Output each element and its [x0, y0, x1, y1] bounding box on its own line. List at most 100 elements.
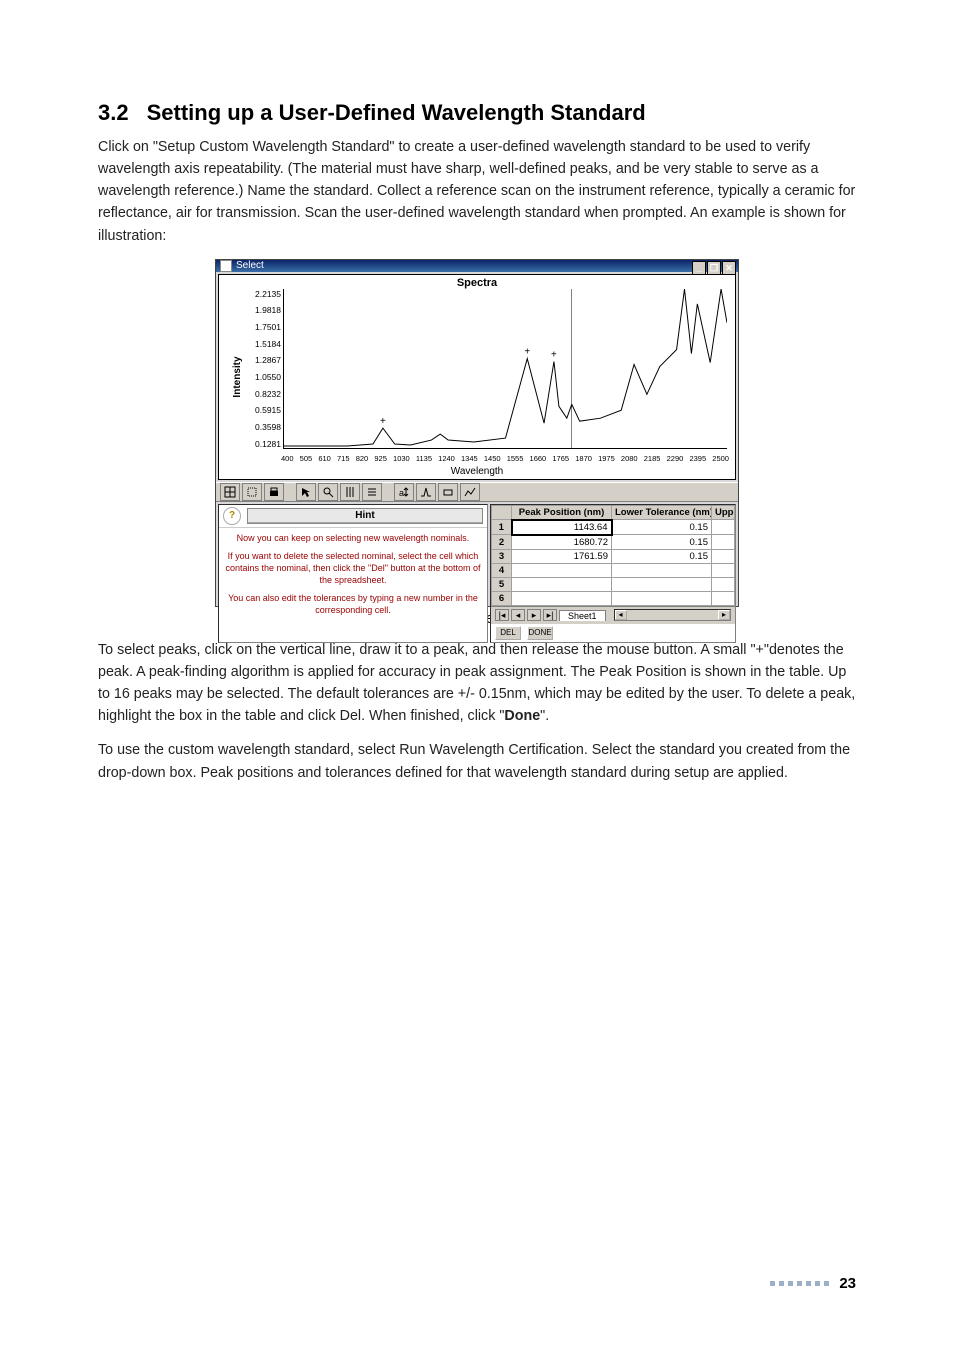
paragraph-1: Click on "Setup Custom Wavelength Standa…: [98, 136, 856, 247]
table-row[interactable]: 6: [492, 591, 735, 605]
xtick: 715: [337, 454, 350, 463]
plot-area[interactable]: + + +: [283, 289, 727, 449]
xtick: 2185: [644, 454, 661, 463]
table-row[interactable]: 11143.640.15: [492, 520, 735, 535]
tool-zoom-full-icon[interactable]: [220, 483, 240, 501]
nav-prev-button[interactable]: ◂: [511, 609, 525, 621]
cell-peak-position[interactable]: [512, 577, 612, 591]
cell-upper-tol[interactable]: [712, 577, 735, 591]
cell-peak-position[interactable]: 1680.72: [512, 535, 612, 550]
bottom-buttons: DEL DONE: [491, 624, 735, 642]
table-row[interactable]: 4: [492, 563, 735, 577]
nav-first-button[interactable]: |◂: [495, 609, 509, 621]
done-button[interactable]: DONE: [527, 626, 553, 640]
row-num[interactable]: 6: [492, 591, 512, 605]
horizontal-scrollbar[interactable]: ◂ ▸: [614, 609, 731, 621]
footer-dots-icon: [770, 1281, 829, 1286]
lightbulb-icon: ?: [223, 507, 241, 525]
section-number: 3.2: [98, 100, 129, 126]
tool-chart-icon[interactable]: [460, 483, 480, 501]
tool-magnify-icon[interactable]: [318, 483, 338, 501]
svg-text:+: +: [551, 349, 557, 360]
col-upper-tol[interactable]: Upper: [712, 505, 735, 520]
ytick: 0.1281: [241, 439, 281, 449]
col-lower-tol[interactable]: Lower Tolerance (nm): [612, 505, 712, 520]
svg-text:a: a: [399, 488, 404, 498]
lower-pane: ? Hint Now you can keep on selecting new…: [216, 502, 738, 645]
xtick: 2500: [712, 454, 729, 463]
tool-peak-icon[interactable]: [416, 483, 436, 501]
maximize-button[interactable]: ❐: [707, 261, 721, 275]
cell-upper-tol[interactable]: [712, 591, 735, 605]
toolbar: a: [216, 482, 738, 502]
nav-next-button[interactable]: ▸: [527, 609, 541, 621]
table-row[interactable]: 21680.720.15: [492, 535, 735, 550]
row-num[interactable]: 3: [492, 549, 512, 563]
page-footer: 23: [770, 1275, 856, 1292]
xtick: 1765: [552, 454, 569, 463]
ytick: 1.9818: [241, 305, 281, 315]
cell-lower-tol[interactable]: [612, 591, 712, 605]
xtick: 820: [356, 454, 369, 463]
xtick: 2080: [621, 454, 638, 463]
figure-container: Select _ ❐ ✕ Spectra Intensity Wavelengt…: [98, 259, 856, 607]
para2-bold: Done: [504, 708, 540, 724]
chart-panel[interactable]: Spectra Intensity Wavelength 2.2135 1.98…: [218, 274, 736, 480]
tool-rect-icon[interactable]: [438, 483, 458, 501]
chart-title: Spectra: [457, 277, 497, 289]
scroll-left-icon[interactable]: ◂: [615, 610, 627, 620]
sheet-tab[interactable]: Sheet1: [559, 610, 606, 621]
xtick: 2395: [689, 454, 706, 463]
xtick: 1345: [461, 454, 478, 463]
cell-upper-tol[interactable]: [712, 549, 735, 563]
peak-table[interactable]: Peak Position (nm) Lower Tolerance (nm) …: [491, 505, 735, 606]
cell-upper-tol[interactable]: [712, 535, 735, 550]
cell-upper-tol[interactable]: [712, 520, 735, 535]
tool-autoscale-y-icon[interactable]: a: [394, 483, 414, 501]
tool-zoom-region-icon[interactable]: [242, 483, 262, 501]
col-rownum[interactable]: [492, 505, 512, 520]
y-ticks: 2.2135 1.9818 1.7501 1.5184 1.2867 1.055…: [241, 289, 281, 449]
section-heading: 3.2Setting up a User-Defined Wavelength …: [98, 100, 856, 126]
nav-last-button[interactable]: ▸|: [543, 609, 557, 621]
cell-lower-tol[interactable]: 0.15: [612, 520, 712, 535]
svg-text:+: +: [380, 416, 386, 427]
xtick: 400: [281, 454, 294, 463]
minimize-button[interactable]: _: [692, 261, 706, 275]
window-titlebar[interactable]: Select _ ❐ ✕: [216, 260, 738, 272]
xtick: 1135: [416, 454, 432, 463]
tool-vertical-bars-icon[interactable]: [340, 483, 360, 501]
cell-lower-tol[interactable]: [612, 563, 712, 577]
cell-lower-tol[interactable]: 0.15: [612, 535, 712, 550]
cell-peak-position[interactable]: [512, 563, 612, 577]
col-peak-position[interactable]: Peak Position (nm): [512, 505, 612, 520]
cell-upper-tol[interactable]: [712, 563, 735, 577]
ytick: 0.3598: [241, 422, 281, 432]
cell-peak-position[interactable]: 1143.64: [512, 520, 612, 535]
tool-cursor-icon[interactable]: [296, 483, 316, 501]
cell-peak-position[interactable]: [512, 591, 612, 605]
cell-lower-tol[interactable]: 0.15: [612, 549, 712, 563]
spectrum-line-icon: + + +: [284, 289, 727, 448]
close-button[interactable]: ✕: [722, 261, 736, 275]
row-num[interactable]: 1: [492, 520, 512, 535]
hint-pane: ? Hint Now you can keep on selecting new…: [218, 504, 488, 643]
window-buttons: _ ❐ ✕: [692, 261, 736, 275]
row-num[interactable]: 2: [492, 535, 512, 550]
window-icon: [220, 260, 232, 272]
table-row[interactable]: 5: [492, 577, 735, 591]
scroll-right-icon[interactable]: ▸: [718, 610, 730, 620]
cell-peak-position[interactable]: 1761.59: [512, 549, 612, 563]
hint-line: Now you can keep on selecting new wavele…: [225, 532, 481, 544]
row-num[interactable]: 4: [492, 563, 512, 577]
row-num[interactable]: 5: [492, 577, 512, 591]
del-button[interactable]: DEL: [495, 626, 521, 640]
table-row[interactable]: 31761.590.15: [492, 549, 735, 563]
xtick: 1975: [598, 454, 615, 463]
table-header-row: Peak Position (nm) Lower Tolerance (nm) …: [492, 505, 735, 520]
ytick: 1.7501: [241, 322, 281, 332]
tool-list-icon[interactable]: [362, 483, 382, 501]
tool-print-icon[interactable]: [264, 483, 284, 501]
ytick: 1.0550: [241, 372, 281, 382]
cell-lower-tol[interactable]: [612, 577, 712, 591]
